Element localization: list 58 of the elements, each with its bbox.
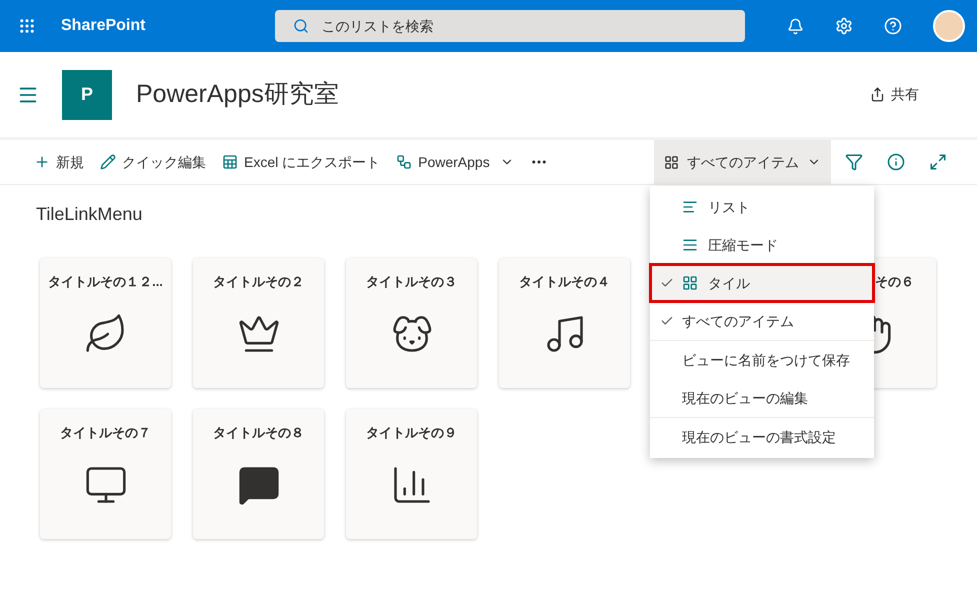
menu-item-label: 圧縮モード: [708, 236, 778, 254]
menu-item-label: リスト: [708, 198, 750, 216]
tile-card[interactable]: タイトルその７: [40, 409, 171, 539]
tile-card[interactable]: タイトルその１２...: [40, 258, 171, 388]
menu-item-label: タイル: [708, 274, 750, 292]
filter-icon[interactable]: [845, 153, 863, 171]
tile-card[interactable]: タイトルその２: [193, 258, 324, 388]
brand-name[interactable]: SharePoint: [61, 14, 146, 38]
compact-lines-icon: [682, 237, 698, 253]
menu-item-label: 現在のビューの書式設定: [682, 428, 836, 446]
tile-title: タイトルその８: [213, 424, 304, 442]
menu-item[interactable]: タイル: [650, 264, 874, 302]
notification-icon[interactable]: [787, 18, 804, 34]
tile-title: タイトルその９: [366, 424, 457, 442]
menu-item-label: 現在のビューの編集: [682, 388, 808, 408]
tile-card[interactable]: タイトルその９: [346, 409, 477, 539]
menu-item-label: すべてのアイテム: [682, 312, 794, 330]
tile-card[interactable]: タイトルその８: [193, 409, 324, 539]
view-switcher[interactable]: すべてのアイテム: [654, 140, 831, 184]
spreadsheet-icon: [222, 154, 238, 170]
menu-item[interactable]: 現在のビューの編集: [650, 379, 874, 417]
tile-card[interactable]: タイトルその４: [499, 258, 630, 388]
settings-icon[interactable]: [835, 17, 853, 35]
list-title: TileLinkMenu: [36, 204, 142, 224]
lines-icon: [682, 199, 698, 215]
share-button[interactable]: 共有: [870, 84, 919, 105]
search-field[interactable]: このリストを検索: [275, 10, 746, 42]
tile-title: タイトルその４: [519, 273, 610, 291]
command-button[interactable]: 新規: [34, 152, 84, 172]
tile-title: タイトルその３: [366, 273, 457, 291]
menu-item[interactable]: すべてのアイテム: [650, 302, 874, 340]
menu-item[interactable]: ビューに名前をつけて保存: [650, 341, 874, 379]
menu-item[interactable]: 現在のビューの書式設定: [650, 418, 874, 456]
command-button[interactable]: Excel にエクスポート: [222, 152, 380, 172]
menu-item[interactable]: 圧縮モード: [650, 226, 874, 264]
tile-title: タイトルその７: [60, 424, 151, 442]
share-icon: [870, 87, 885, 102]
search-input[interactable]: このリストを検索: [321, 16, 728, 36]
site-logo[interactable]: P: [62, 70, 112, 120]
grid-icon: [664, 154, 679, 170]
tile-title: その６: [875, 273, 915, 291]
site-title[interactable]: PowerApps研究室: [136, 76, 339, 114]
avatar[interactable]: [933, 10, 965, 42]
help-icon[interactable]: [884, 17, 902, 35]
search-icon: [293, 18, 310, 34]
expand-icon[interactable]: [929, 153, 947, 171]
tile-title: タイトルその２: [213, 273, 304, 291]
menu-item[interactable]: リスト: [650, 188, 874, 226]
pencil-icon: [100, 154, 116, 170]
menu-item-label: ビューに名前をつけて保存: [682, 350, 850, 370]
plus-icon: [34, 154, 50, 170]
grid-icon: [682, 275, 698, 291]
tile-title: タイトルその１２...: [48, 273, 163, 291]
tile-card[interactable]: タイトルその３: [346, 258, 477, 388]
command-button[interactable]: クイック編集: [100, 152, 206, 172]
info-icon[interactable]: [887, 153, 905, 171]
command-button[interactable]: PowerApps: [396, 152, 514, 172]
app-launcher-icon[interactable]: [18, 17, 36, 35]
